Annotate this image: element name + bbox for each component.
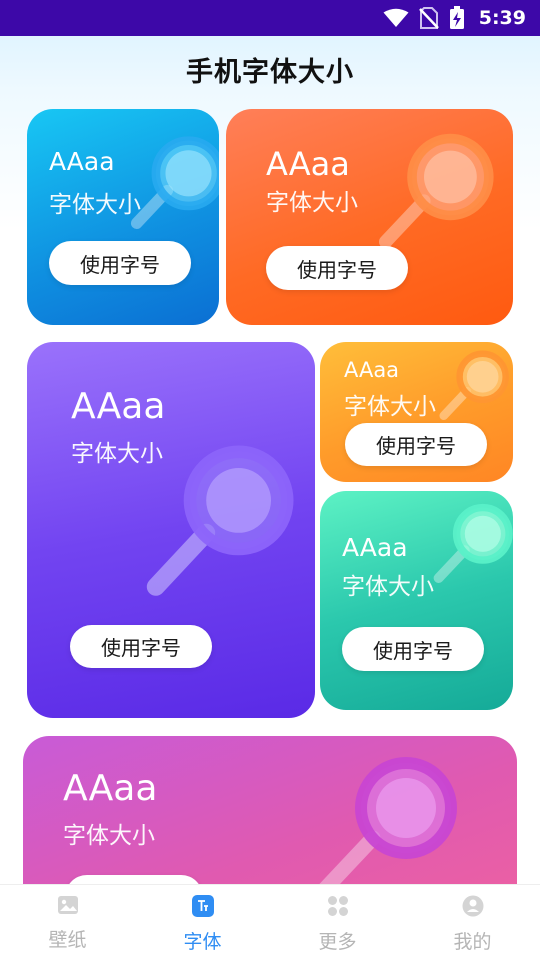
- font-size-label: 字体大小: [63, 823, 155, 849]
- image-icon: [57, 896, 78, 914]
- font-size-label: 字体大小: [344, 394, 436, 420]
- font-size-card-2[interactable]: AAaa 字体大小 使用字号: [226, 109, 513, 325]
- sample-text: AAaa: [63, 768, 158, 809]
- nav-item-mine[interactable]: 我的: [405, 885, 540, 960]
- use-font-size-button[interactable]: 使用字号: [342, 627, 484, 671]
- grid-icon: [327, 896, 348, 916]
- bottom-nav: 壁纸 字体 更多 我的: [0, 884, 540, 960]
- nav-label: 壁纸: [48, 929, 87, 951]
- sample-text: AAaa: [49, 147, 115, 176]
- magnifier-icon: [439, 350, 509, 420]
- page-title: 手机字体大小: [186, 57, 354, 88]
- sample-text: AAaa: [266, 145, 350, 183]
- magnifier-icon: [379, 133, 494, 249]
- no-sim-icon: [418, 7, 439, 29]
- use-font-size-button[interactable]: 使用字号: [49, 241, 191, 285]
- use-font-size-button[interactable]: 使用字号: [70, 625, 212, 668]
- font-size-label: 字体大小: [266, 190, 358, 216]
- use-font-size-button[interactable]: 使用字号: [345, 423, 487, 466]
- wifi-icon: [383, 8, 409, 27]
- font-size-card-5[interactable]: AAaa 字体大小 使用字号: [320, 491, 513, 710]
- font-size-card-4[interactable]: AAaa 字体大小 使用字号: [320, 342, 513, 482]
- use-font-size-button[interactable]: 使用字号: [266, 246, 408, 290]
- nav-item-wallpaper[interactable]: 壁纸: [0, 885, 135, 960]
- nav-label: 更多: [318, 931, 357, 953]
- font-size-card-3[interactable]: AAaa 字体大小 使用字号: [27, 342, 315, 718]
- font-size-label: 字体大小: [342, 574, 434, 600]
- battery-charging-icon: [449, 6, 464, 29]
- nav-item-more[interactable]: 更多: [270, 885, 405, 960]
- magnifier-icon: [433, 503, 513, 583]
- status-bar: 5:39: [0, 0, 540, 36]
- nav-label: 我的: [453, 931, 492, 953]
- sample-text: AAaa: [342, 533, 408, 562]
- font-size-card-1[interactable]: AAaa 字体大小 使用字号: [27, 109, 219, 325]
- profile-icon: [462, 895, 483, 917]
- magnifier-icon: [317, 757, 457, 897]
- sample-text: AAaa: [71, 386, 166, 427]
- magnifier-icon: [130, 136, 219, 229]
- nav-label: 字体: [183, 931, 222, 953]
- font-icon: [191, 895, 214, 917]
- font-size-label: 字体大小: [49, 192, 141, 218]
- font-size-label: 字体大小: [71, 441, 163, 467]
- status-time: 5:39: [478, 7, 526, 29]
- nav-item-font[interactable]: 字体: [135, 885, 270, 960]
- sample-text: AAaa: [344, 358, 400, 382]
